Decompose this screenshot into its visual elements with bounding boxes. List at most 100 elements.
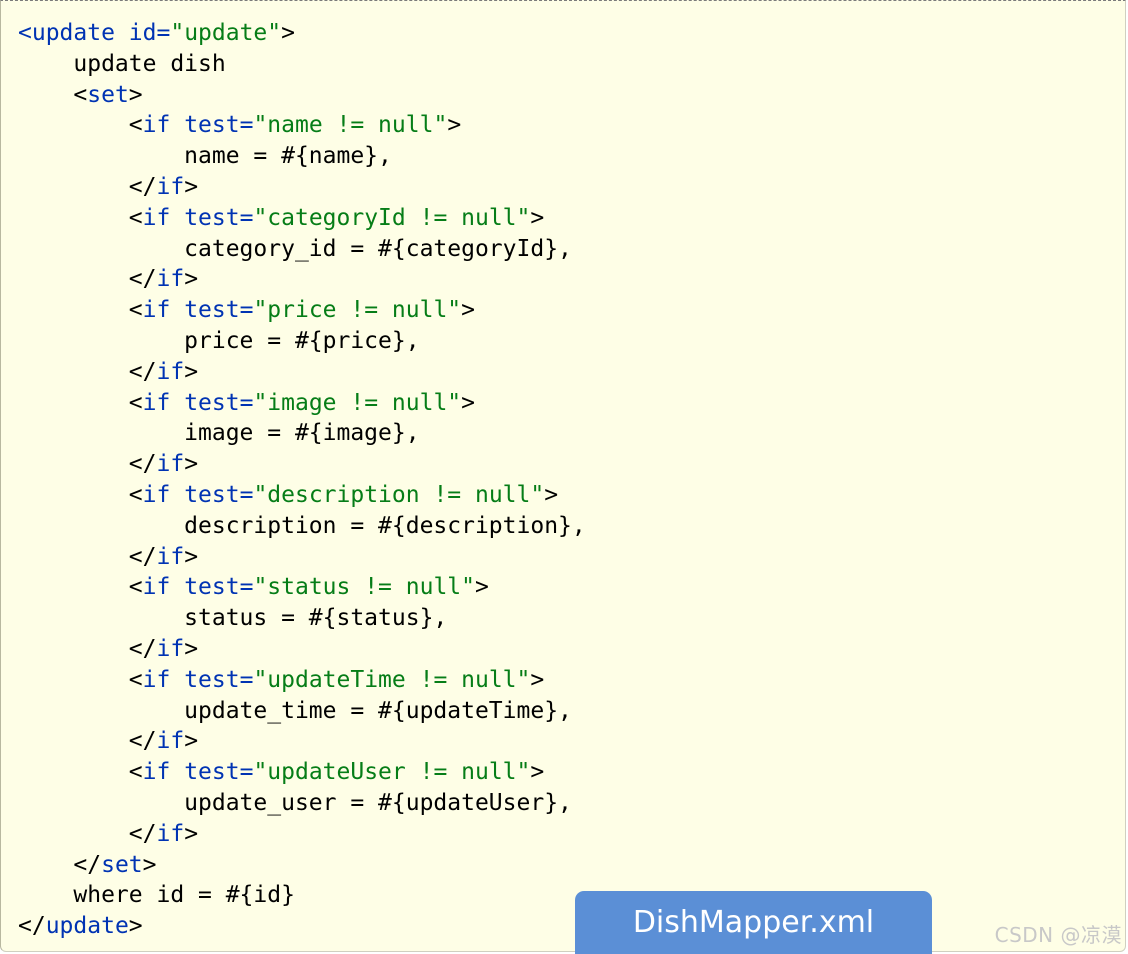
code-token-text: < [18, 574, 143, 601]
code-token-text: </ [18, 451, 157, 478]
code-token-text: update_time = #{updateTime}, [18, 697, 572, 724]
code-token-attr: test= [184, 297, 254, 324]
code-line: price = #{price}, [18, 326, 586, 357]
code-line: <if test="categoryId != null"> [18, 203, 586, 234]
code-line: description = #{description}, [18, 511, 586, 542]
code-token-text: </ [18, 266, 157, 293]
code-token-text: < [18, 297, 143, 324]
code-token-tag: update [45, 913, 129, 940]
code-line: </if> [18, 172, 586, 203]
code-token-text: update dish [18, 50, 226, 77]
code-token-text: > [142, 851, 157, 878]
code-token-str: "categoryId != null" [253, 204, 531, 231]
code-token-text: > [447, 112, 462, 139]
code-line: </if> [18, 726, 586, 757]
code-token-text: < [18, 81, 88, 108]
code-token-text: description = #{description}, [18, 512, 586, 539]
code-token-tag: if [142, 759, 171, 786]
code-block: <update id="update"> update dish <set> <… [0, 0, 1126, 952]
code-token-text: < [18, 389, 143, 416]
code-token-text: > [530, 759, 545, 786]
code-token-text: > [184, 728, 199, 755]
code-token-text: status = #{status}, [18, 605, 448, 632]
code-token-tag: if [142, 389, 171, 416]
code-token-text: < [18, 666, 143, 693]
code-token-tag: if [142, 204, 171, 231]
code-token-tag: if [156, 820, 185, 847]
code-token-str: "status != null" [253, 574, 475, 601]
code-token-text: > [184, 266, 199, 293]
code-token-attr: test= [184, 204, 254, 231]
watermark: CSDN @凉漠 [994, 923, 1122, 947]
code-token-text: > [281, 20, 295, 46]
code-token-attr: test= [184, 389, 254, 416]
code-token-text: > [184, 543, 199, 570]
code-line: <if test="price != null"> [18, 295, 586, 326]
code-token-str: "price != null" [253, 297, 462, 324]
code-line: </if> [18, 357, 586, 388]
code-token-tag: if [156, 266, 185, 293]
code-token-tag: if [142, 481, 171, 508]
code-token-tag: if [142, 666, 171, 693]
code-token-str: "updateTime != null" [253, 666, 531, 693]
code-token-text: > [530, 204, 545, 231]
code-token-text: > [475, 574, 489, 601]
code-token-text: name = #{name}, [18, 143, 392, 170]
code-token-text: category_id = #{categoryId}, [18, 235, 572, 262]
code-token-text: price = #{price}, [18, 327, 420, 354]
code-token-tag: if [142, 112, 171, 139]
code-token-tag: set [87, 81, 129, 108]
code-line: <if test="image != null"> [18, 388, 586, 419]
code-token-text: image = #{image}, [18, 420, 420, 447]
code-line: <if test="updateTime != null"> [18, 665, 586, 696]
code-token-attr: id= [128, 20, 171, 46]
code-line: </update> [18, 911, 586, 942]
code-line: update_time = #{updateTime}, [18, 696, 586, 727]
code-line: <set> [18, 80, 586, 111]
code-token-text: > [461, 297, 476, 324]
code-token-text: </ [18, 543, 157, 570]
code-token-attr: test= [184, 481, 254, 508]
code-line: status = #{status}, [18, 603, 586, 634]
code-token-str: "image != null" [253, 389, 462, 416]
code-line: </if> [18, 264, 586, 295]
code-token-text: > [544, 481, 559, 508]
code-token-tag: <update [18, 20, 115, 46]
code-token-text: > [184, 451, 199, 478]
code-token-tag: if [142, 297, 171, 324]
code-token-str: "updateUser != null" [253, 759, 531, 786]
code-token-text: > [184, 358, 199, 385]
code-line: </set> [18, 850, 586, 881]
code-token-text: </ [18, 913, 46, 940]
code-token-text: > [461, 389, 476, 416]
code-token-tag: if [156, 173, 185, 200]
code-line: update dish [18, 49, 586, 80]
code-token-str: "name != null" [253, 112, 448, 139]
code-line: category_id = #{categoryId}, [18, 234, 586, 265]
code-token-str: "description != null" [253, 481, 545, 508]
code-token-text: </ [18, 358, 157, 385]
code-token-text: update_user = #{updateUser}, [18, 789, 572, 816]
code-token-text: > [128, 913, 143, 940]
code-token-tag: if [156, 635, 185, 662]
code-token-attr: test= [184, 759, 254, 786]
code-line: </if> [18, 542, 586, 573]
code-token-text: where id = #{id} [18, 882, 295, 909]
code-token-tag: if [156, 451, 185, 478]
code-token-text: </ [18, 851, 102, 878]
code-line: <if test="name != null"> [18, 110, 586, 141]
code-content: <update id="update"> update dish <set> <… [18, 18, 586, 942]
code-token-text: </ [18, 173, 157, 200]
code-token-text: > [184, 173, 199, 200]
code-line: </if> [18, 449, 586, 480]
code-token-text: < [18, 112, 143, 139]
code-token-attr: test= [184, 574, 254, 601]
code-token-text: < [18, 204, 143, 231]
code-token-text: </ [18, 635, 157, 662]
